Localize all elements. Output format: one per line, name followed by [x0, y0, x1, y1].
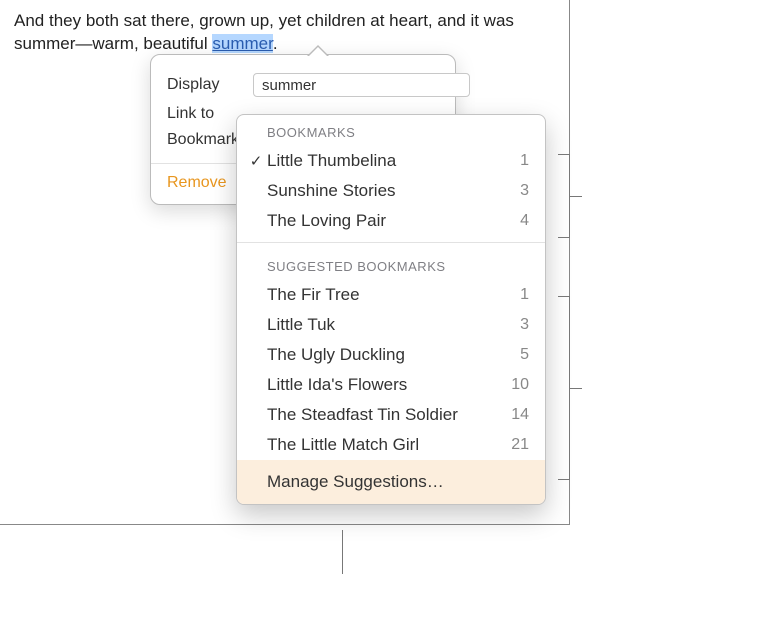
suggested-item[interactable]: The Steadfast Tin Soldier 14 — [237, 400, 545, 430]
callout-bracket — [558, 154, 570, 238]
suggested-header: SUGGESTED BOOKMARKS — [237, 249, 545, 280]
suggested-item-page: 21 — [499, 436, 529, 454]
callout-bracket — [558, 296, 570, 480]
bookmark-item[interactable]: The Loving Pair 4 — [237, 206, 545, 236]
suggested-item[interactable]: The Little Match Girl 21 — [237, 430, 545, 460]
suggested-item-name: The Ugly Duckling — [267, 345, 499, 365]
body-text-suffix: . — [273, 34, 278, 53]
callout-line-vertical — [342, 530, 343, 574]
display-input[interactable] — [253, 73, 470, 97]
dropdown-divider — [237, 242, 545, 243]
display-row: Display — [151, 69, 455, 101]
suggested-item-name: The Little Match Girl — [267, 435, 499, 455]
suggested-item[interactable]: The Fir Tree 1 — [237, 280, 545, 310]
suggested-item-name: Little Ida's Flowers — [267, 375, 499, 395]
hyperlink-text[interactable]: summer — [212, 34, 272, 53]
suggested-item-page: 3 — [499, 316, 529, 334]
bookmark-item-page: 1 — [499, 152, 529, 170]
bookmark-dropdown: BOOKMARKS ✓ Little Thumbelina 1 Sunshine… — [236, 114, 546, 505]
callout-line — [570, 196, 582, 197]
suggested-item-name: The Steadfast Tin Soldier — [267, 405, 499, 425]
check-icon: ✓ — [245, 152, 267, 170]
suggested-item-page: 14 — [499, 406, 529, 424]
bookmark-item[interactable]: Sunshine Stories 3 — [237, 176, 545, 206]
suggested-item[interactable]: The Ugly Duckling 5 — [237, 340, 545, 370]
suggested-item-name: Little Tuk — [267, 315, 499, 335]
suggested-item[interactable]: Little Ida's Flowers 10 — [237, 370, 545, 400]
suggested-item-name: The Fir Tree — [267, 285, 499, 305]
bookmark-item-page: 3 — [499, 182, 529, 200]
suggested-item-page: 1 — [499, 286, 529, 304]
remove-link[interactable]: Remove — [167, 174, 227, 191]
suggested-item-page: 10 — [499, 376, 529, 394]
suggested-item[interactable]: Little Tuk 3 — [237, 310, 545, 340]
bookmark-item-page: 4 — [499, 212, 529, 230]
manage-suggestions[interactable]: Manage Suggestions… — [237, 460, 545, 504]
bookmark-item[interactable]: ✓ Little Thumbelina 1 — [237, 146, 545, 176]
bookmark-item-name: Sunshine Stories — [267, 181, 499, 201]
callout-line — [570, 388, 582, 389]
bookmarks-header: BOOKMARKS — [237, 115, 545, 146]
display-label: Display — [167, 76, 253, 94]
body-paragraph: And they both sat there, grown up, yet c… — [0, 0, 569, 56]
bookmark-item-name: The Loving Pair — [267, 211, 499, 231]
suggested-item-page: 5 — [499, 346, 529, 364]
bookmark-item-name: Little Thumbelina — [267, 151, 499, 171]
